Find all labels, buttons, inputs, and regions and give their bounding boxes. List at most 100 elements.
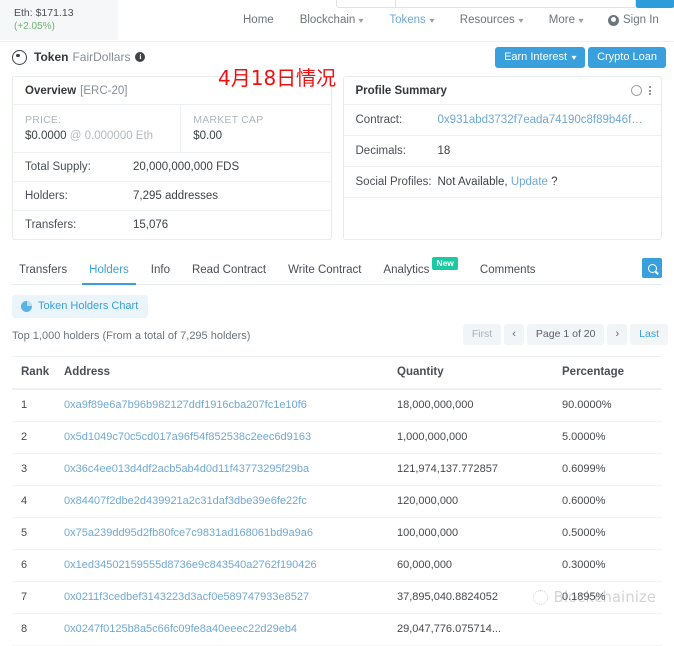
main-nav: Home Blockchain ▾ Tokens ▾ Resources ▾ M… — [230, 0, 659, 40]
more-options-icon[interactable] — [649, 86, 651, 95]
crypto-loan-button[interactable]: Crypto Loan — [588, 47, 666, 68]
price-usd-value: $0.0000 — [25, 130, 67, 142]
cell-percentage: 0.6000% — [562, 495, 606, 507]
nav-item-home[interactable]: Home — [230, 14, 287, 26]
pagination-next-button[interactable]: › — [607, 324, 628, 345]
table-row: 3 0x36c4ee013d4df2acb5ab4d0d11f43773295f… — [12, 454, 662, 486]
transfers-row: Transfers: 15,076 — [13, 211, 331, 239]
marketcap-value: $0.00 — [193, 130, 223, 142]
nav-item-more-label: More — [548, 14, 575, 26]
nav-item-blockchain[interactable]: Blockchain ▾ — [287, 14, 377, 26]
cell-address[interactable]: 0xa9f89e6a7b96b982127ddf1916cba207fc1e10… — [64, 399, 397, 411]
pagination-controls: First ‹ Page 1 of 20 › Last — [462, 324, 668, 345]
price-marketcap-row: PRICE: $0.0000 @ 0.000000 Eth MARKET CAP… — [13, 105, 331, 153]
info-icon[interactable]: i — [135, 52, 146, 62]
cell-percentage: 5.0000% — [562, 431, 606, 443]
nav-item-tokens-label: Tokens — [389, 14, 426, 26]
profile-summary-card: Profile Summary Contract: 0x931abd3732f7… — [342, 76, 662, 240]
cell-percentage: 0.6099% — [562, 463, 606, 475]
tab-comments-label: Comments — [479, 264, 536, 276]
table-row: 4 0x84407f2dbe2d439921a2c31daf3dbe39e6fe… — [12, 486, 662, 518]
cell-quantity: 18,000,000,000 — [397, 399, 474, 411]
token-header: Token FairDollars i Earn Interest ▾ Cryp… — [0, 42, 674, 72]
search-icon — [647, 263, 657, 273]
nav-item-resources[interactable]: Resources ▾ — [447, 14, 536, 26]
cell-rank: 5 — [21, 527, 28, 539]
cell-percentage: 0.3000% — [562, 559, 606, 571]
cell-address[interactable]: 0x84407f2dbe2d439921a2c31daf3dbe39e6fe22… — [64, 495, 397, 507]
token-holders-chart-label: Token Holders Chart — [38, 300, 139, 312]
refresh-circle-icon[interactable] — [631, 85, 642, 96]
profile-card-header-icons — [631, 85, 651, 96]
chevron-down-icon: ▾ — [429, 15, 435, 25]
holders-value: 7,295 addresses — [133, 190, 219, 202]
cell-quantity: 1,000,000,000 — [397, 431, 468, 443]
tab-read-contract[interactable]: Read Contract — [181, 264, 277, 284]
earn-interest-label: Earn Interest — [504, 51, 568, 63]
tab-transfers[interactable]: Transfers — [12, 264, 78, 284]
table-row: 1 0xa9f89e6a7b96b982127ddf1916cba207fc1e… — [12, 390, 662, 422]
sign-in-button[interactable]: Sign In — [596, 14, 659, 26]
price-cell: PRICE: $0.0000 @ 0.000000 Eth — [13, 105, 182, 152]
social-profiles-suffix: ? — [551, 176, 558, 188]
social-profiles-update-link[interactable]: Update — [511, 176, 548, 188]
pagination-first-button[interactable]: First — [462, 324, 502, 345]
tab-analytics[interactable]: Analytics New — [372, 257, 469, 284]
social-profiles-value-wrap: Not Available, Update ? — [438, 176, 558, 188]
eth-price-ticker: Eth: $171.13 (+2.05%) — [0, 0, 118, 40]
table-row: 6 0x1ed34502159555d8736e9c843540a2762f19… — [12, 550, 662, 582]
column-header-address: Address — [64, 366, 111, 378]
cell-address[interactable]: 0x1ed34502159555d8736e9c843540a2762f1904… — [64, 559, 397, 571]
tab-comments[interactable]: Comments — [469, 264, 547, 284]
tab-write-contract[interactable]: Write Contract — [277, 264, 372, 284]
holders-count-note: Top 1,000 holders (From a total of 7,295… — [12, 330, 251, 342]
cell-address[interactable]: 0x75a239dd95d2fb80fce7c9831ad168061bd9a9… — [64, 527, 397, 539]
red-annotation-text: 4月18日情况 — [218, 66, 337, 90]
nav-item-tokens[interactable]: Tokens ▾ — [376, 14, 446, 26]
tab-holders[interactable]: Holders — [78, 264, 140, 285]
cell-rank: 4 — [21, 495, 28, 507]
holders-table: Rank Address Quantity Percentage 1 0xa9f… — [0, 356, 674, 646]
table-row: 8 0x0247f0125b8a5c66fc09fe8a40eeec22d29e… — [12, 614, 662, 646]
contract-address-link[interactable]: 0x931abd3732f7eada74190c8f89b46f8b... — [438, 114, 650, 126]
cell-rank: 3 — [21, 463, 28, 475]
holders-row: Holders: 7,295 addresses — [13, 182, 331, 211]
cell-quantity: 120,000,000 — [397, 495, 459, 507]
pagination-page-indicator: Page 1 of 20 — [526, 324, 605, 345]
table-search-button[interactable] — [642, 258, 662, 278]
nav-item-more[interactable]: More ▾ — [536, 14, 596, 26]
price-kicker: PRICE: — [25, 114, 62, 126]
cell-percentage — [562, 623, 662, 635]
token-type-label: Token — [34, 50, 69, 64]
table-row: 5 0x75a239dd95d2fb80fce7c9831ad168061bd9… — [12, 518, 662, 550]
cell-address[interactable]: 0x0247f0125b8a5c66fc09fe8a40eeec22d29eb4 — [64, 623, 397, 635]
eth-price-value: Eth: $171.13 — [14, 7, 74, 19]
profile-card-spacer — [344, 198, 662, 228]
earn-interest-button[interactable]: Earn Interest ▾ — [495, 47, 586, 68]
overview-title: Overview — [25, 85, 77, 97]
social-profiles-value: Not Available, — [437, 176, 508, 188]
cell-percentage: 90.0000% — [562, 399, 612, 411]
cell-address[interactable]: 0x0211f3cedbef3143223d3acf0e589747933e85… — [64, 591, 397, 603]
column-header-rank: Rank — [21, 366, 50, 378]
table-row: 2 0x5d1049c70c5cd017a96f54f852538c2eec6d… — [12, 422, 662, 454]
nav-item-home-label: Home — [243, 14, 274, 26]
tab-info[interactable]: Info — [140, 264, 181, 284]
cell-address[interactable]: 0x5d1049c70c5cd017a96f54f852538c2eec6d91… — [64, 431, 397, 443]
token-holders-chart-button[interactable]: Token Holders Chart — [12, 295, 149, 318]
top-navigation-bar: Eth: $171.13 (+2.05%) Home Blockchain ▾ … — [0, 0, 674, 42]
chart-button-row: Token Holders Chart — [0, 285, 674, 318]
cell-rank: 2 — [21, 431, 28, 443]
cell-rank: 7 — [21, 591, 28, 603]
tab-write-contract-label: Write Contract — [288, 264, 362, 276]
cell-percentage: 0.1895% — [562, 591, 606, 603]
header-action-buttons: Earn Interest ▾ Crypto Loan — [495, 47, 666, 68]
pagination-last-button[interactable]: Last — [630, 324, 668, 345]
price-eth-value: @ 0.000000 Eth — [69, 130, 154, 142]
nav-item-resources-label: Resources — [459, 14, 515, 26]
total-supply-label: Total Supply: — [25, 161, 91, 173]
total-supply-row: Total Supply: 20,000,000,000 FDS — [13, 153, 331, 182]
pagination-prev-button[interactable]: ‹ — [504, 324, 524, 345]
cell-address[interactable]: 0x36c4ee013d4df2acb5ab4d0d11f43773295f29… — [64, 463, 397, 475]
transfers-value: 15,076 — [133, 219, 169, 231]
